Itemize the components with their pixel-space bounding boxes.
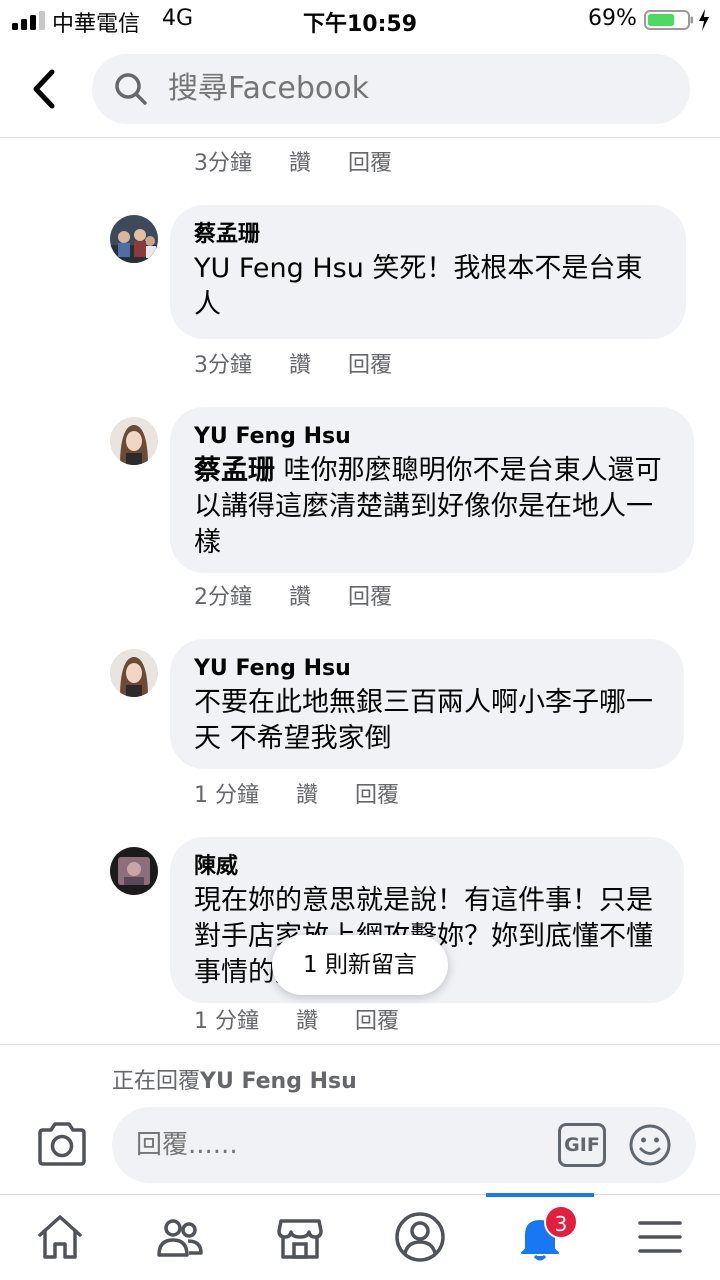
replying-to-label: 正在回覆YU Feng Hsu — [112, 1063, 357, 1095]
emoji-icon[interactable] — [628, 1123, 672, 1167]
like-button[interactable]: 讚 — [296, 1009, 318, 1034]
comment-actions: 1 分鐘 讚 回覆 — [194, 1003, 429, 1035]
replying-name: YU Feng Hsu — [200, 1069, 357, 1094]
status-bar: 中華電信 4G 下午10:59 69% — [0, 0, 720, 40]
home-icon[interactable] — [32, 1209, 88, 1265]
marketplace-icon[interactable] — [272, 1209, 328, 1265]
active-tab-indicator — [486, 1193, 594, 1197]
charging-icon — [699, 9, 709, 31]
battery-percent: 69% — [588, 6, 637, 31]
reply-button[interactable]: 回覆 — [348, 353, 392, 378]
profile-icon[interactable] — [392, 1209, 448, 1265]
reply-composer: 正在回覆YU Feng Hsu GIF — [0, 1044, 720, 1194]
avatar[interactable] — [110, 417, 158, 465]
comments-list: 3分鐘 讚 回覆 蔡孟珊 YU Feng Hsu 笑死！我根本不是台東人 3分鐘… — [0, 139, 720, 1044]
comment-author[interactable]: YU Feng Hsu — [194, 421, 672, 453]
comment-author[interactable]: YU Feng Hsu — [194, 653, 662, 685]
bottom-navigation: 3 — [0, 1193, 720, 1280]
avatar[interactable] — [110, 649, 158, 697]
like-button[interactable]: 讚 — [289, 151, 311, 176]
search-input[interactable] — [168, 54, 668, 124]
search-icon — [115, 73, 147, 105]
search-header — [0, 40, 720, 138]
comment-bubble[interactable]: YU Feng Hsu 不要在此地無銀三百兩人啊小李子哪一天 不希望我家倒 — [170, 639, 684, 769]
reply-button[interactable]: 回覆 — [355, 1009, 399, 1034]
comment-time: 1 分鐘 — [194, 783, 259, 808]
search-bar[interactable] — [92, 54, 690, 124]
comment-actions: 3分鐘 讚 回覆 — [194, 347, 422, 379]
gif-button[interactable]: GIF — [558, 1123, 606, 1167]
like-button[interactable]: 讚 — [296, 783, 318, 808]
reply-button[interactable]: 回覆 — [355, 783, 399, 808]
friends-icon[interactable] — [152, 1209, 208, 1265]
back-button[interactable] — [24, 66, 64, 112]
avatar[interactable] — [110, 847, 158, 895]
comment-time: 3分鐘 — [194, 353, 252, 378]
like-button[interactable]: 讚 — [289, 585, 311, 610]
comment-text: 蔡孟珊 哇你那麼聰明你不是台東人還可以講得這麼清楚講到好像你是在地人一樣 — [194, 453, 672, 561]
comment-actions: 1 分鐘 讚 回覆 — [194, 777, 429, 809]
new-comments-button[interactable]: 1 則新留言 — [272, 935, 448, 995]
menu-icon[interactable] — [632, 1209, 688, 1265]
comment-text: 不要在此地無銀三百兩人啊小李子哪一天 不希望我家倒 — [194, 687, 653, 754]
camera-icon[interactable] — [36, 1121, 88, 1167]
mention-tag[interactable]: 蔡孟珊 — [194, 455, 275, 486]
avatar[interactable] — [110, 215, 158, 263]
notification-badge: 3 — [544, 1205, 578, 1239]
reply-button[interactable]: 回覆 — [348, 151, 392, 176]
comment-time: 2分鐘 — [194, 585, 252, 610]
reply-input-box[interactable]: GIF — [112, 1107, 696, 1183]
comment-author[interactable]: 陳威 — [194, 851, 662, 883]
comment-time: 3分鐘 — [194, 151, 252, 176]
battery-icon — [644, 10, 693, 30]
comment-bubble[interactable]: YU Feng Hsu 蔡孟珊 哇你那麼聰明你不是台東人還可以講得這麼清楚講到好… — [170, 407, 694, 573]
comment-text: YU Feng Hsu 笑死！我根本不是台東人 — [194, 253, 643, 320]
reply-input[interactable] — [136, 1107, 536, 1183]
comment-bubble[interactable]: 蔡孟珊 YU Feng Hsu 笑死！我根本不是台東人 — [170, 205, 686, 339]
replying-prefix: 正在回覆 — [112, 1069, 201, 1094]
like-button[interactable]: 讚 — [289, 353, 311, 378]
comment-actions: 2分鐘 讚 回覆 — [194, 579, 422, 611]
reply-button[interactable]: 回覆 — [348, 585, 392, 610]
comment-actions: 3分鐘 讚 回覆 — [194, 145, 422, 177]
comment-time: 1 分鐘 — [194, 1009, 259, 1034]
comment-author[interactable]: 蔡孟珊 — [194, 219, 664, 251]
